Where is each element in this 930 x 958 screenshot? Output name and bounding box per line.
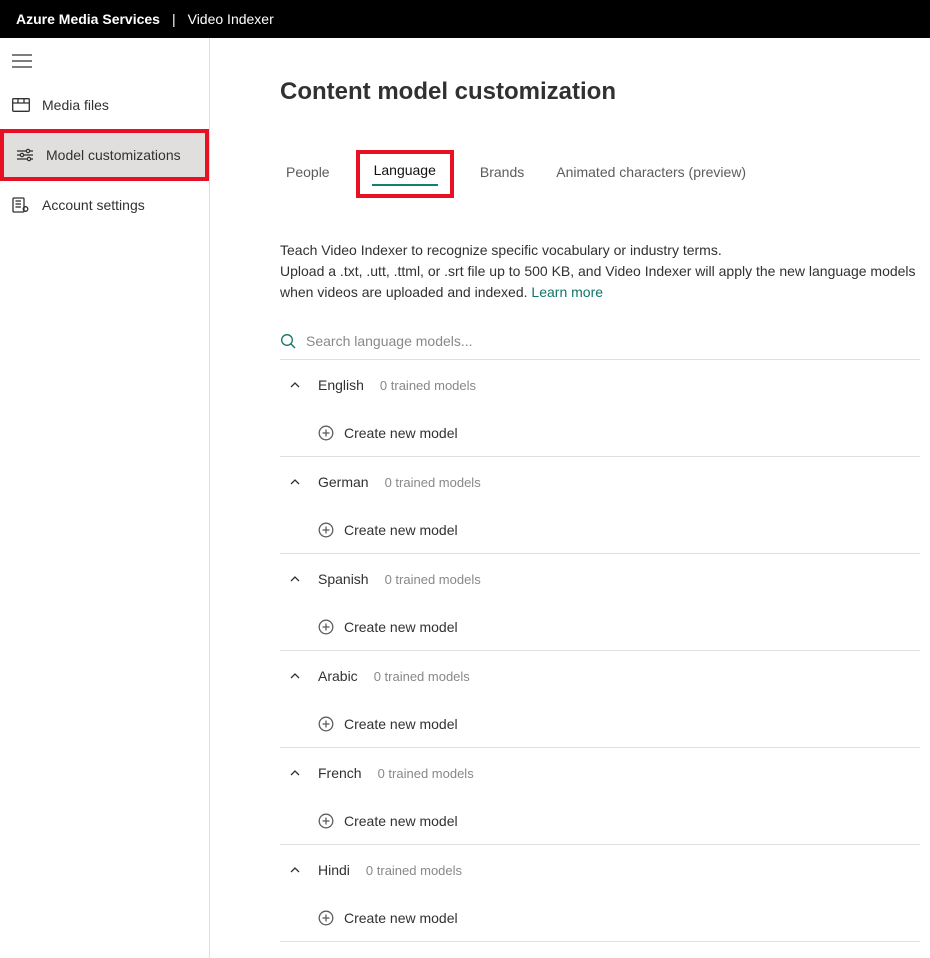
trained-models-count: 0 trained models <box>378 766 474 781</box>
language-name: German <box>318 474 369 490</box>
create-new-model-label: Create new model <box>344 522 458 538</box>
language-block: Spanish 0 trained models Create new model <box>280 554 920 651</box>
page-title: Content model customization <box>280 78 920 106</box>
language-header[interactable]: Spanish 0 trained models <box>280 554 920 604</box>
language-block: Arabic 0 trained models Create new model <box>280 651 920 748</box>
language-block: Hindi 0 trained models Create new model <box>280 845 920 942</box>
language-block: Italian0 trained modelsCreate new model <box>280 942 920 958</box>
plus-circle-icon <box>318 716 334 732</box>
language-header[interactable]: Hindi 0 trained models <box>280 845 920 895</box>
language-name: Arabic <box>318 668 358 684</box>
language-name: English <box>318 377 364 393</box>
create-new-model-label: Create new model <box>344 619 458 635</box>
trained-models-count: 0 trained models <box>380 378 476 393</box>
sidebar-item-account-settings[interactable]: Account settings <box>0 183 209 227</box>
sidebar-item-media-files[interactable]: Media files <box>0 83 209 127</box>
trained-models-count: 0 trained models <box>385 572 481 587</box>
main-content: Content model customization People Langu… <box>210 38 930 958</box>
hamburger-icon[interactable] <box>12 54 32 68</box>
tabs: People Language Brands Animated characte… <box>280 150 920 198</box>
search-icon <box>280 333 296 349</box>
chevron-up-icon <box>288 669 302 683</box>
chevron-up-icon <box>288 378 302 392</box>
tab-language[interactable]: Language <box>368 156 442 188</box>
chevron-up-icon <box>288 572 302 586</box>
create-new-model-label: Create new model <box>344 813 458 829</box>
language-header[interactable]: German 0 trained models <box>280 457 920 507</box>
sidebar: Media files Model customizations Account… <box>0 38 210 958</box>
tab-brands[interactable]: Brands <box>474 158 530 190</box>
create-new-model-button[interactable]: Create new model <box>280 410 920 456</box>
search-input[interactable] <box>306 333 920 349</box>
create-new-model-label: Create new model <box>344 425 458 441</box>
highlight-language-tab: Language <box>356 150 454 198</box>
language-block: German 0 trained models Create new model <box>280 457 920 554</box>
create-new-model-label: Create new model <box>344 716 458 732</box>
language-header[interactable]: English 0 trained models <box>280 360 920 410</box>
create-new-model-button[interactable]: Create new model <box>280 895 920 941</box>
brand-name: Azure Media Services <box>16 11 160 27</box>
language-name: French <box>318 765 362 781</box>
settings-icon <box>12 196 30 214</box>
brand-separator: | <box>172 11 176 27</box>
plus-circle-icon <box>318 619 334 635</box>
sidebar-item-model-customizations[interactable]: Model customizations <box>4 133 205 177</box>
language-block: English 0 trained models Create new model <box>280 360 920 457</box>
tab-people[interactable]: People <box>280 158 336 190</box>
language-block: French 0 trained models Create new model <box>280 748 920 845</box>
plus-circle-icon <box>318 910 334 926</box>
language-list: English0 trained modelsCreate new modelG… <box>280 360 920 958</box>
language-header[interactable]: Arabic 0 trained models <box>280 651 920 701</box>
create-new-model-button[interactable]: Create new model <box>280 798 920 844</box>
sidebar-item-label: Account settings <box>42 197 145 213</box>
trained-models-count: 0 trained models <box>374 669 470 684</box>
plus-circle-icon <box>318 813 334 829</box>
sidebar-item-label: Model customizations <box>46 147 181 163</box>
chevron-up-icon <box>288 863 302 877</box>
language-name: Spanish <box>318 571 369 587</box>
language-header[interactable]: Italian0 trained models <box>280 942 920 958</box>
sidebar-item-label: Media files <box>42 97 109 113</box>
top-bar: Azure Media Services | Video Indexer <box>0 0 930 38</box>
search-row[interactable] <box>280 303 920 360</box>
tab-animated-characters[interactable]: Animated characters (preview) <box>550 158 752 190</box>
create-new-model-button[interactable]: Create new model <box>280 604 920 650</box>
create-new-model-button[interactable]: Create new model <box>280 701 920 747</box>
product-name: Video Indexer <box>188 11 274 27</box>
create-new-model-button[interactable]: Create new model <box>280 507 920 553</box>
trained-models-count: 0 trained models <box>385 475 481 490</box>
plus-circle-icon <box>318 425 334 441</box>
trained-models-count: 0 trained models <box>366 863 462 878</box>
customizations-icon <box>16 146 34 164</box>
plus-circle-icon <box>318 522 334 538</box>
language-header[interactable]: French 0 trained models <box>280 748 920 798</box>
media-files-icon <box>12 96 30 114</box>
language-name: Hindi <box>318 862 350 878</box>
description-line-1: Teach Video Indexer to recognize specifi… <box>280 240 920 261</box>
chevron-up-icon <box>288 475 302 489</box>
description-line-2: Upload a .txt, .utt, .ttml, or .srt file… <box>280 261 920 303</box>
chevron-up-icon <box>288 766 302 780</box>
learn-more-link[interactable]: Learn more <box>531 284 603 300</box>
create-new-model-label: Create new model <box>344 910 458 926</box>
